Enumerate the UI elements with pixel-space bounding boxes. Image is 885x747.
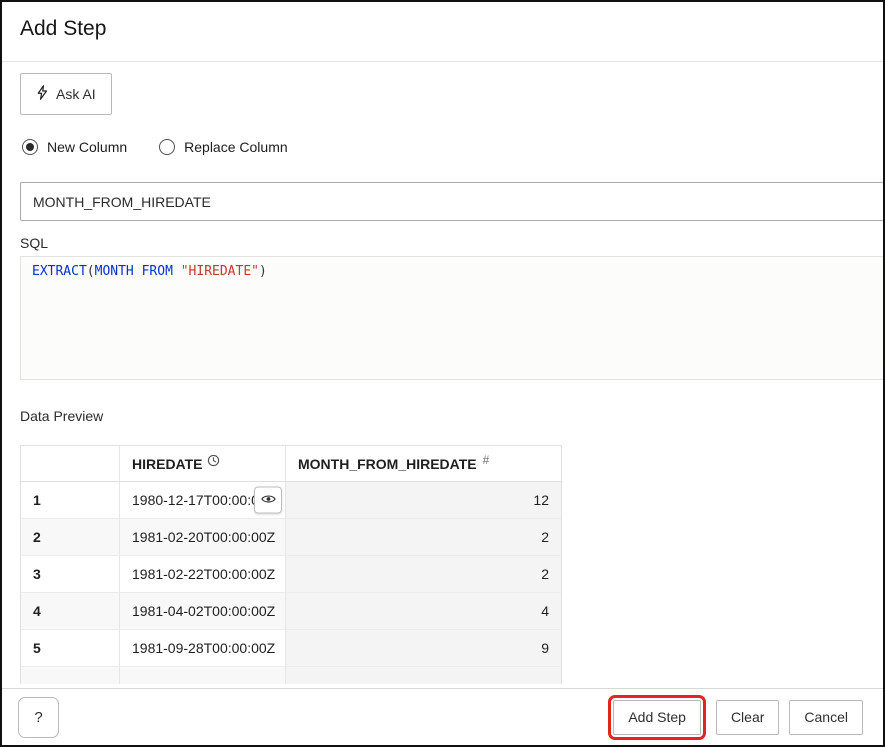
month-cell: 12 (286, 482, 561, 519)
month-cell (286, 667, 561, 684)
sql-paren-open: ( (87, 264, 95, 279)
sql-paren-close: ) (259, 264, 267, 279)
sql-editor[interactable]: EXTRACT(MONTH FROM "HIREDATE") (20, 256, 885, 380)
radio-replace-column-label: Replace Column (184, 139, 288, 155)
clock-icon (207, 454, 220, 467)
hiredate-cell (120, 667, 286, 684)
month-cell: 4 (286, 593, 561, 630)
radio-new-column[interactable]: New Column (22, 139, 127, 155)
lightning-icon (36, 85, 48, 103)
table-row: 5 1981-09-28T00:00:00Z 9 (21, 630, 561, 667)
sql-keyword: MONTH FROM (95, 264, 181, 279)
radio-replace-column-input[interactable] (159, 139, 175, 155)
month-cell: 2 (286, 556, 561, 593)
row-number-cell: 1 (21, 482, 120, 519)
table-row-clipped (21, 667, 561, 684)
table-row: 1 1980-12-17T00:00:00Z 12 (21, 482, 561, 519)
row-number-cell: 2 (21, 519, 120, 556)
question-mark-icon: ? (34, 709, 42, 726)
hiredate-cell: 1980-12-17T00:00:00Z (120, 482, 286, 519)
hiredate-cell: 1981-02-22T00:00:00Z (120, 556, 286, 593)
month-column-label: MONTH_FROM_HIREDATE (298, 456, 477, 472)
table-row: 3 1981-02-22T00:00:00Z 2 (21, 556, 561, 593)
data-preview-label: Data Preview (20, 408, 103, 424)
row-number-cell (21, 667, 120, 684)
sql-code-line: EXTRACT(MONTH FROM "HIREDATE") (21, 257, 884, 287)
column-mode-radio-group: New Column Replace Column (22, 139, 288, 155)
row-number-cell: 3 (21, 556, 120, 593)
radio-replace-column[interactable]: Replace Column (159, 139, 288, 155)
page-title: Add Step (20, 17, 106, 41)
row-number-column-header (21, 446, 120, 482)
eye-icon (261, 493, 276, 508)
hiredate-column-label: HIREDATE (132, 456, 203, 472)
row-number-cell: 4 (21, 593, 120, 630)
column-name-input[interactable] (20, 182, 885, 221)
hiredate-cell: 1981-09-28T00:00:00Z (120, 630, 286, 667)
header-divider (2, 61, 883, 62)
footer-buttons: Add Step Clear Cancel (608, 689, 863, 745)
annotation-highlight: Add Step (608, 695, 706, 740)
sql-label: SQL (20, 235, 48, 251)
add-step-button[interactable]: Add Step (613, 700, 701, 735)
row-number-cell: 5 (21, 630, 120, 667)
data-preview-table: HIREDATE MONTH_FROM_HIREDATE # 1 1980-12… (20, 445, 562, 684)
month-column-header: MONTH_FROM_HIREDATE # (286, 446, 561, 482)
table-header-row: HIREDATE MONTH_FROM_HIREDATE # (21, 446, 561, 482)
sql-string: "HIREDATE" (181, 264, 259, 279)
dialog-footer: ? Add Step Clear Cancel (2, 688, 883, 745)
hiredate-column-header: HIREDATE (120, 446, 286, 482)
month-cell: 9 (286, 630, 561, 667)
reveal-value-button[interactable] (254, 487, 282, 514)
cancel-button[interactable]: Cancel (789, 700, 863, 735)
ask-ai-button[interactable]: Ask AI (20, 73, 112, 115)
radio-new-column-input[interactable] (22, 139, 38, 155)
month-cell: 2 (286, 519, 561, 556)
hiredate-cell: 1981-04-02T00:00:00Z (120, 593, 286, 630)
table-row: 2 1981-02-20T00:00:00Z 2 (21, 519, 561, 556)
ask-ai-label: Ask AI (56, 86, 96, 102)
radio-new-column-label: New Column (47, 139, 127, 155)
sql-keyword: EXTRACT (32, 264, 87, 279)
table-row: 4 1981-04-02T00:00:00Z 4 (21, 593, 561, 630)
number-sign-icon: # (483, 453, 490, 467)
help-button[interactable]: ? (18, 697, 59, 738)
clear-button[interactable]: Clear (716, 700, 779, 735)
add-step-dialog: Add Step Ask AI New Column Replace Colum… (0, 0, 885, 747)
hiredate-cell: 1981-02-20T00:00:00Z (120, 519, 286, 556)
